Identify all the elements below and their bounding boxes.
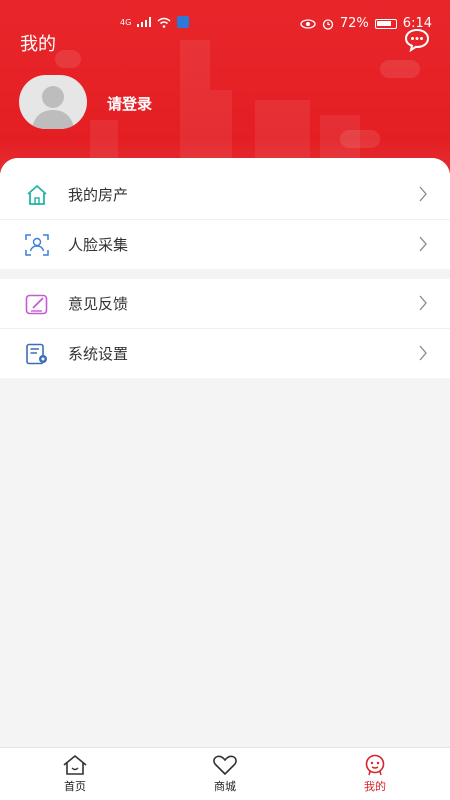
chevron-right-icon [419,186,427,202]
tab-label: 首页 [64,780,86,793]
user-placeholder-icon [31,86,75,129]
profile-face-icon [365,754,385,776]
menu-item-label: 我的房产 [68,186,129,204]
tab-mine[interactable]: 我的 [300,748,450,800]
tab-mall[interactable]: 商城 [150,748,300,800]
bottom-tab-bar: 首页 商城 我的 [0,747,450,800]
face-scan-icon [24,232,50,258]
menu-group-secondary: 意见反馈 系统设置 [0,279,450,378]
status-bar: 4G 72% 6:14 [0,14,450,36]
cloud-decoration [340,130,380,148]
building-decoration [210,90,232,160]
app-notification-icon [177,16,190,28]
battery-icon [374,18,397,29]
signal-icon [137,17,152,27]
tab-home[interactable]: 首页 [0,748,150,800]
heart-icon [213,755,237,776]
chevron-right-icon [419,236,427,252]
network-type: 4G [120,17,132,27]
page-title: 我的 [20,34,56,55]
tab-label: 商城 [214,780,236,793]
menu-item-label: 意见反馈 [68,295,129,313]
avatar[interactable] [19,75,87,129]
menu-item-feedback[interactable]: 意见反馈 [0,279,450,328]
wifi-icon [157,17,171,28]
menu-item-label: 人脸采集 [68,236,129,254]
feedback-edit-icon [24,291,50,317]
home-icon [24,182,50,208]
menu-item-my-property[interactable]: 我的房产 [0,170,450,219]
eye-icon [300,18,316,29]
settings-doc-icon [24,341,50,367]
menu-item-label: 系统设置 [68,345,129,363]
menu-item-face-capture[interactable]: 人脸采集 [0,220,450,269]
home-icon [63,755,87,775]
menu-group-primary: 我的房产 人脸采集 [0,158,450,269]
alarm-icon [322,18,334,30]
cloud-decoration [380,60,420,78]
battery-percent: 72% [339,16,369,31]
chevron-right-icon [419,295,427,311]
building-decoration [180,40,210,160]
cloud-decoration [55,50,81,68]
menu-item-system-settings[interactable]: 系统设置 [0,329,450,378]
menu-panel: 我的房产 人脸采集 意见反馈 系统设置 [0,158,450,748]
login-link[interactable]: 请登录 [107,93,152,114]
building-decoration [90,120,118,160]
building-decoration [255,100,310,160]
message-icon[interactable] [404,28,430,52]
chevron-right-icon [419,345,427,361]
tab-label: 我的 [364,780,386,793]
